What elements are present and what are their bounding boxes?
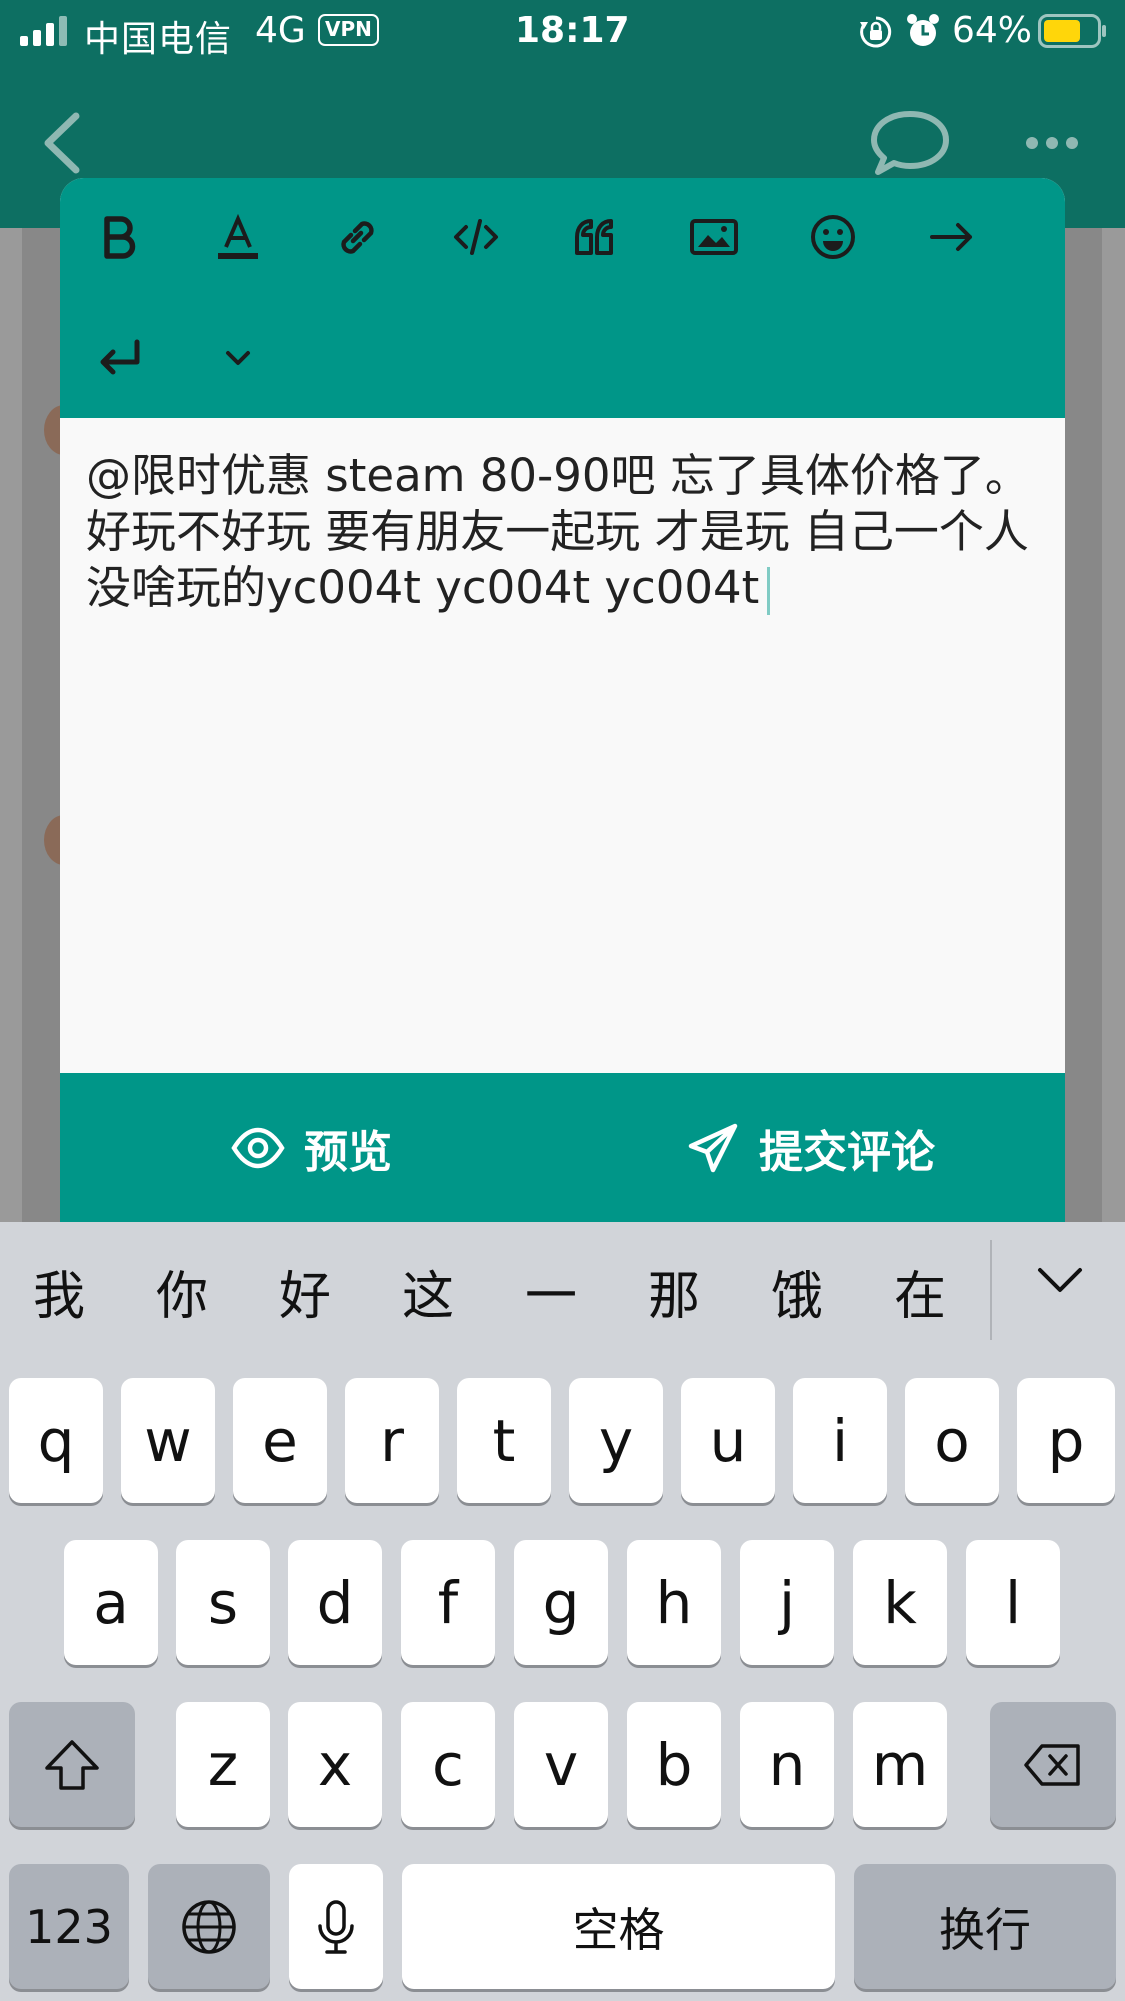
microphone-icon: [318, 1899, 354, 1954]
editor-action-bar: 预览 提交评论: [60, 1073, 1065, 1223]
battery-percent: 64%: [952, 10, 1033, 51]
candidate-bar: 我 你 好 这 一 那 饿 在: [0, 1222, 1125, 1344]
preview-button[interactable]: 预览: [230, 1118, 392, 1178]
key-g[interactable]: g: [514, 1540, 608, 1665]
submit-comment-button[interactable]: 提交评论: [685, 1118, 935, 1178]
carrier-name: 中国电信: [84, 19, 233, 60]
numbers-key[interactable]: 123: [9, 1864, 129, 1989]
key-t[interactable]: t: [457, 1378, 551, 1503]
emoji-button[interactable]: [798, 202, 868, 272]
key-r[interactable]: r: [345, 1378, 439, 1503]
globe-icon: [182, 1899, 236, 1954]
key-z[interactable]: z: [176, 1702, 270, 1827]
key-o[interactable]: o: [905, 1378, 999, 1503]
bold-button[interactable]: [84, 202, 154, 272]
backspace-icon: [1024, 1743, 1080, 1786]
comment-editor: @限时优惠 steam 80-90吧 忘了具体价格了。 好玩不好玩 要有朋友一起…: [60, 178, 1065, 1223]
code-icon: [454, 219, 498, 255]
chevron-down-icon: [226, 351, 250, 365]
key-n[interactable]: n: [740, 1702, 834, 1827]
key-p[interactable]: p: [1017, 1378, 1115, 1503]
key-a[interactable]: a: [64, 1540, 158, 1665]
code-button[interactable]: [441, 202, 511, 272]
key-i[interactable]: i: [793, 1378, 887, 1503]
microphone-key[interactable]: [289, 1864, 383, 1989]
candidate-word[interactable]: 我: [19, 1254, 99, 1329]
key-h[interactable]: h: [627, 1540, 721, 1665]
background-overlay-right: [1102, 228, 1125, 1228]
key-c[interactable]: c: [401, 1702, 495, 1827]
bold-icon: [104, 216, 136, 259]
battery-icon: [1038, 14, 1106, 48]
key-q[interactable]: q: [9, 1378, 103, 1503]
space-key[interactable]: 空格: [402, 1864, 835, 1989]
clock: 18:17: [515, 10, 630, 51]
emoji-icon: [811, 215, 855, 259]
keyboard: 我 你 好 这 一 那 饿 在 q w e r t y u i o p a s …: [0, 1222, 1125, 2001]
link-button[interactable]: [322, 202, 392, 272]
editor-toolbar: [60, 178, 1065, 418]
candidate-word[interactable]: 在: [880, 1254, 960, 1329]
arrow-right-icon: [930, 223, 972, 251]
alarm-icon: [907, 14, 939, 46]
eye-icon: [231, 1127, 285, 1169]
background-overlay-left: [0, 228, 22, 1228]
expand-toolbar-button[interactable]: [203, 323, 273, 393]
candidate-word[interactable]: 饿: [757, 1254, 837, 1329]
key-x[interactable]: x: [288, 1702, 382, 1827]
key-s[interactable]: s: [176, 1540, 270, 1665]
preview-label: 预览: [304, 1127, 392, 1178]
chevron-down-icon[interactable]: [1030, 1252, 1090, 1312]
candidate-word[interactable]: 你: [142, 1254, 222, 1329]
send-icon: [688, 1123, 738, 1173]
key-v[interactable]: v: [514, 1702, 608, 1827]
key-l[interactable]: l: [966, 1540, 1060, 1665]
candidate-word[interactable]: 这: [388, 1254, 468, 1329]
candidate-divider: [990, 1240, 992, 1340]
submit-label: 提交评论: [759, 1127, 935, 1178]
image-icon: [690, 219, 738, 255]
more-horizontal-icon[interactable]: [1024, 128, 1080, 158]
candidate-word[interactable]: 好: [265, 1254, 345, 1329]
quote-icon: [575, 219, 613, 255]
shift-icon: [45, 1739, 99, 1790]
enter-icon: [100, 339, 140, 375]
key-d[interactable]: d: [288, 1540, 382, 1665]
key-y[interactable]: y: [569, 1378, 663, 1503]
chat-bubble-icon[interactable]: [870, 108, 950, 178]
rotation-lock-icon: [860, 16, 892, 48]
chevron-left-icon[interactable]: [38, 108, 88, 178]
text-color-icon: [218, 213, 258, 259]
key-m[interactable]: m: [853, 1702, 947, 1827]
comment-textarea[interactable]: @限时优惠 steam 80-90吧 忘了具体价格了。 好玩不好玩 要有朋友一起…: [60, 418, 1065, 1073]
vpn-badge: VPN: [318, 14, 379, 46]
comment-text: @限时优惠 steam 80-90吧 忘了具体价格了。 好玩不好玩 要有朋友一起…: [86, 449, 1030, 615]
candidate-word[interactable]: 一: [511, 1254, 591, 1329]
key-u[interactable]: u: [681, 1378, 775, 1503]
text-color-button[interactable]: [203, 202, 273, 272]
return-key[interactable]: 换行: [854, 1864, 1116, 1989]
status-bar: 中国电信 4G VPN 18:17 64%: [0, 0, 1125, 62]
shift-key[interactable]: [9, 1702, 135, 1827]
arrow-right-button[interactable]: [917, 202, 987, 272]
network-type: 4G: [255, 10, 306, 51]
key-b[interactable]: b: [627, 1702, 721, 1827]
key-f[interactable]: f: [401, 1540, 495, 1665]
text-caret: [767, 567, 771, 615]
link-icon: [341, 221, 374, 254]
backspace-key[interactable]: [990, 1702, 1116, 1827]
enter-button[interactable]: [84, 323, 154, 393]
signal-icon: [20, 16, 67, 46]
key-k[interactable]: k: [853, 1540, 947, 1665]
key-e[interactable]: e: [233, 1378, 327, 1503]
quote-button[interactable]: [560, 202, 630, 272]
candidate-word[interactable]: 那: [634, 1254, 714, 1329]
key-w[interactable]: w: [121, 1378, 215, 1503]
image-button[interactable]: [679, 202, 749, 272]
globe-key[interactable]: [148, 1864, 270, 1989]
key-j[interactable]: j: [740, 1540, 834, 1665]
